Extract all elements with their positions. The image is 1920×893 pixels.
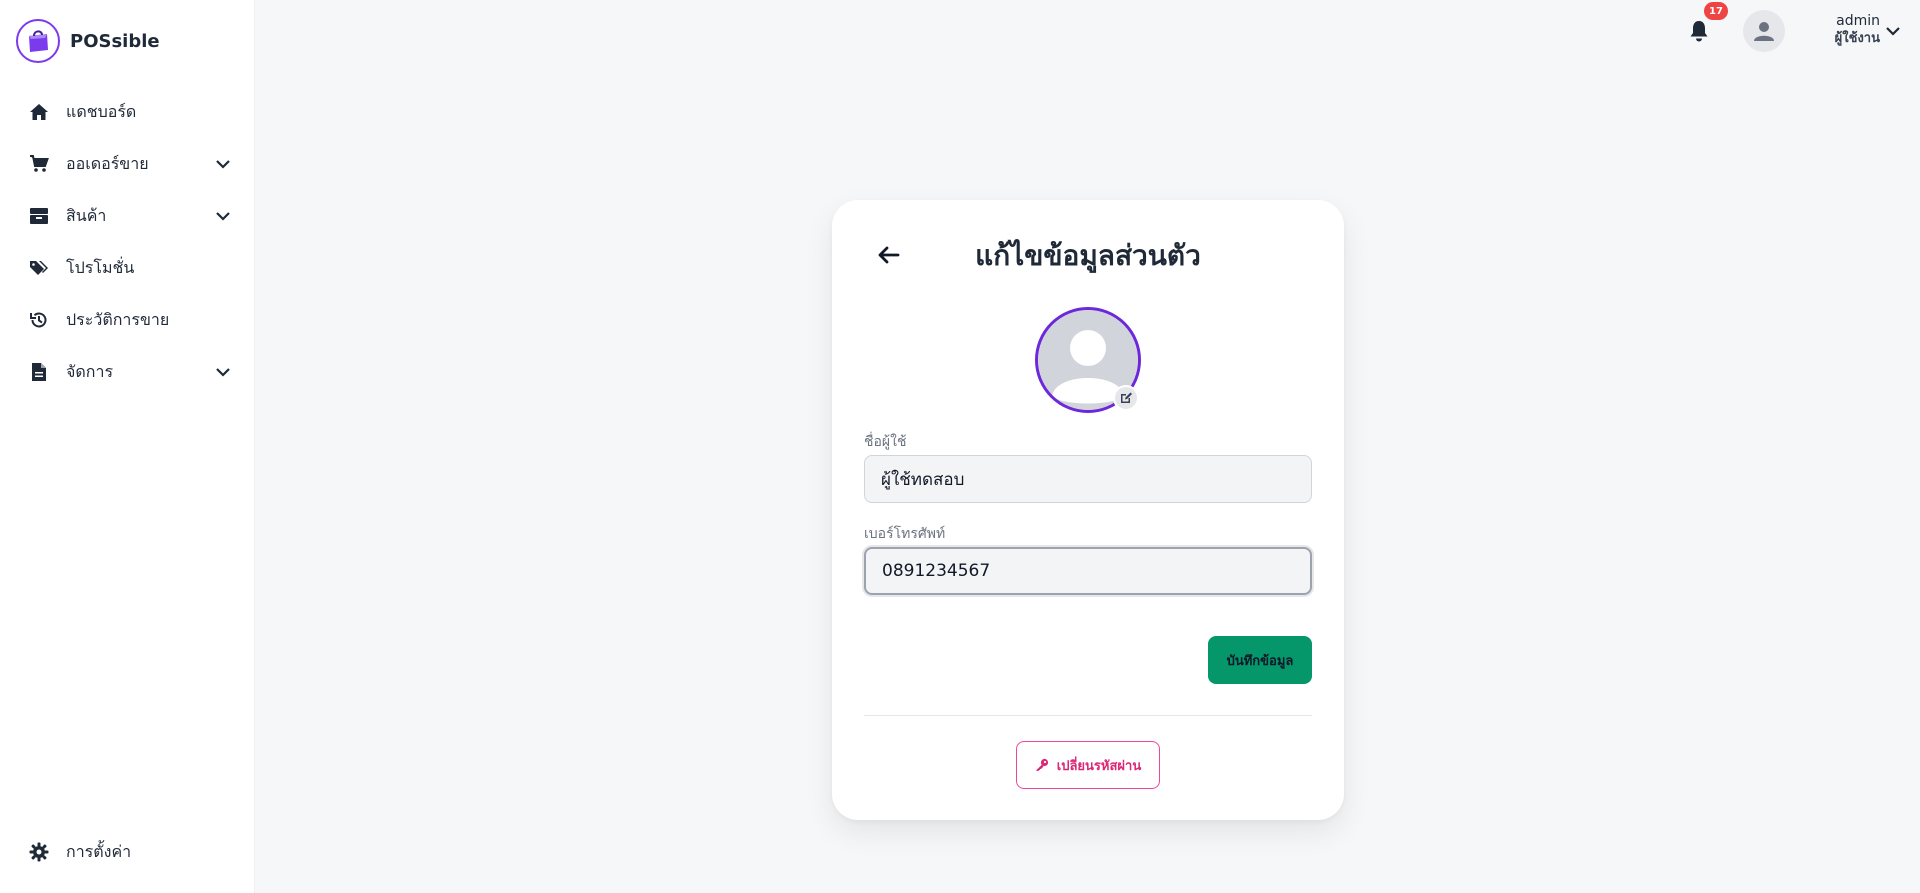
sidebar-item-promotions[interactable]: โปรโมชั่น: [0, 242, 255, 294]
divider: [864, 715, 1312, 716]
user-name: admin: [1836, 13, 1880, 29]
edit-profile-card: แก้ไขข้อมูลส่วนตัว ชื่อผู้ใช้ เบอร์โทรศั…: [832, 200, 1344, 820]
sidebar-nav: แดชบอร์ด ออเดอร์ขาย สินค้า โปรโมชั่น ประ…: [0, 86, 255, 398]
edit-avatar-button[interactable]: [1113, 385, 1139, 411]
save-button[interactable]: บันทึกข้อมูล: [1208, 636, 1312, 684]
history-icon: [28, 309, 50, 331]
avatar[interactable]: [1743, 10, 1785, 52]
sidebar-item-label: ประวัติการขาย: [66, 309, 170, 329]
sidebar-item-dashboard[interactable]: แดชบอร์ด: [0, 86, 255, 138]
page-title: แก้ไขข้อมูลส่วนตัว: [975, 239, 1201, 272]
sidebar-item-products[interactable]: สินค้า: [0, 190, 255, 242]
sidebar-item-label: จัดการ: [66, 361, 114, 381]
sidebar-item-sales-orders[interactable]: ออเดอร์ขาย: [0, 138, 255, 190]
chevron-down-icon: [215, 156, 231, 172]
username-input[interactable]: [864, 455, 1312, 503]
home-icon: [28, 101, 50, 123]
change-password-button[interactable]: เปลี่ยนรหัสผ่าน: [1016, 741, 1160, 789]
user-role: ผู้ใช้งาน: [1834, 31, 1880, 46]
sidebar-item-label: สินค้า: [66, 205, 107, 225]
sidebar-item-label: การตั้งค่า: [66, 841, 132, 861]
user-info: admin ผู้ใช้งาน: [1835, 13, 1880, 47]
notification-count-badge: 17: [1704, 2, 1728, 20]
sidebar-item-label: โปรโมชั่น: [66, 257, 135, 277]
brand[interactable]: POSsible: [16, 18, 160, 64]
sidebar-item-manage[interactable]: จัดการ: [0, 346, 255, 398]
shopping-bag-logo-icon: [16, 19, 60, 63]
sidebar-item-sales-history[interactable]: ประวัติการขาย: [0, 294, 255, 346]
chevron-down-icon: [215, 208, 231, 224]
notification-bell-icon[interactable]: [1688, 19, 1714, 45]
gear-icon: [28, 841, 50, 863]
chevron-down-icon: [215, 364, 231, 380]
key-icon: [1036, 758, 1048, 771]
sidebar: POSsible แดชบอร์ด ออเดอร์ขาย สินค้า โปรโ…: [0, 0, 255, 893]
phone-input[interactable]: [864, 547, 1312, 595]
document-icon: [28, 361, 50, 383]
tags-icon: [28, 257, 50, 279]
user-menu[interactable]: admin ผู้ใช้งาน: [1800, 12, 1900, 48]
app-name: POSsible: [70, 30, 160, 52]
phone-label: เบอร์โทรศัพท์: [864, 526, 946, 542]
change-password-label: เปลี่ยนรหัสผ่าน: [1056, 758, 1142, 774]
box-icon: [28, 205, 50, 227]
sidebar-item-label: แดชบอร์ด: [66, 101, 137, 121]
chevron-down-icon: [1886, 21, 1900, 40]
username-label: ชื่อผู้ใช้: [864, 434, 907, 450]
edit-icon: [1121, 392, 1132, 403]
cart-icon: [28, 153, 50, 175]
user-icon: [1754, 22, 1774, 41]
sidebar-item-settings[interactable]: การตั้งค่า: [0, 826, 255, 878]
sidebar-item-label: ออเดอร์ขาย: [66, 153, 149, 173]
